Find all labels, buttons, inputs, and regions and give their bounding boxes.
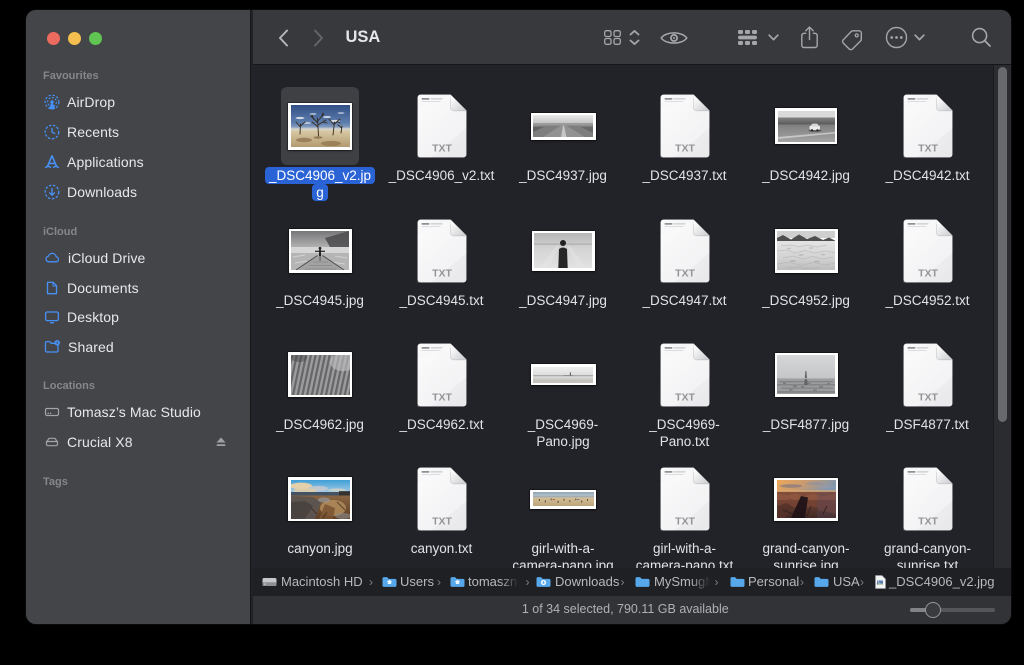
svg-text:TXT: TXT [675, 267, 695, 279]
svg-text:TXT: TXT [432, 516, 452, 528]
svg-text:TXT: TXT [675, 391, 695, 403]
svg-text:TXT: TXT [918, 516, 938, 528]
svg-text:TXT: TXT [432, 267, 452, 279]
svg-text:TXT: TXT [918, 267, 938, 279]
svg-text:TXT: TXT [918, 391, 938, 403]
svg-text:TXT: TXT [675, 516, 695, 528]
svg-text:TXT: TXT [432, 143, 452, 155]
svg-text:TXT: TXT [432, 391, 452, 403]
svg-text:TXT: TXT [675, 143, 695, 155]
svg-text:TXT: TXT [918, 143, 938, 155]
